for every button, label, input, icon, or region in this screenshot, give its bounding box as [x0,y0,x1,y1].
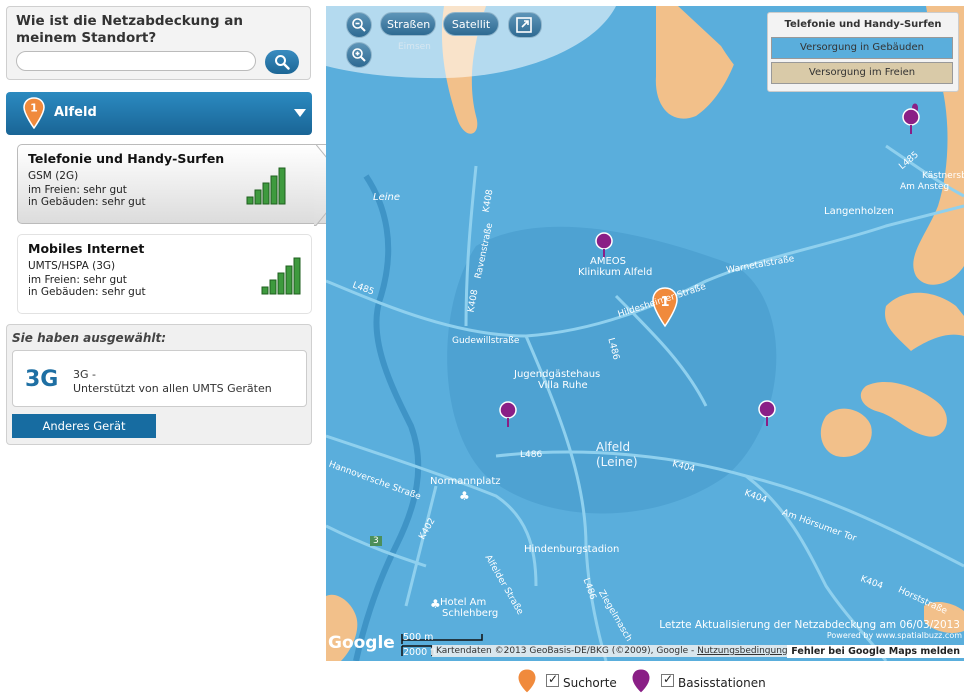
selected-heading: Sie haben ausgewählt: [12,331,167,345]
search-locations-label: Suchorte [563,676,617,690]
coverage-area [820,408,872,457]
legend-title: Telefonie und Handy-Surfen [784,19,942,30]
coverage-map[interactable]: ♣ ♣ 1 Straßen Satellit Telefonie und Han… [326,6,964,661]
map-type-satellite-button[interactable]: Satellit [443,12,499,36]
service-title: Telefonie und Handy-Surfen [28,151,225,166]
search-location-icon [517,668,537,694]
coverage-area [860,381,947,437]
service-outdoor: im Freien: sehr gut [28,184,127,196]
poi-label: Villa Ruhe [538,380,588,391]
street-label: Am Ansteg [900,182,950,192]
location-marker-icon: 1 [23,97,45,129]
google-logo: Google [328,633,395,653]
service-tech: UMTS/HSPA (3G) [28,260,116,272]
road-label: Gudewillstraße [452,336,520,346]
town-label: Alfeld [596,440,631,454]
terms-link[interactable]: Nutzungsbedingungen [697,646,799,656]
powered-by-text: Powered by www.spatialbuzz.com [826,631,962,640]
poi-label: Hindenburgstadion [524,544,620,555]
legend-outdoor: Versorgung im Freien [771,62,953,84]
scale-metric: 500 m [403,632,434,643]
service-indoor: in Gebäuden: sehr gut [28,196,146,208]
selected-device-card: 3G 3G - Unterstützt von allen UMTS Gerät… [12,350,307,407]
search-input[interactable] [16,51,256,71]
poi-label: Schlehberg [442,608,499,619]
signal-strength-icon [246,167,286,205]
river-label: Leine [373,192,400,203]
poi-label: Jugendgästehaus [514,369,601,380]
zoom-out-icon [352,18,366,32]
poi-label: AMEOS [590,256,627,267]
coverage-area [885,292,964,351]
copyright-text: Kartendaten ©2013 GeoBasis-DE/BKG (©2009… [436,646,698,656]
fullscreen-button[interactable] [508,12,542,38]
selected-line2: Unterstützt von allen UMTS Geräten [73,382,272,395]
search-title: Wie ist die Netzabdeckung an meinem Stan… [16,13,243,46]
location-name: Alfeld [54,105,97,120]
change-device-button[interactable]: Anderes Gerät [12,414,156,438]
place-label: Normannplatz [430,476,501,487]
fullscreen-icon [516,17,532,33]
service-tech: GSM (2G) [28,170,79,182]
location-marker-number: 1 [30,102,38,115]
map-type-streets-button[interactable]: Straßen [380,12,436,36]
legend-indoor: Versorgung in Gebäuden [771,37,953,59]
zoom-in-icon [352,48,366,62]
signal-strength-icon [261,257,301,295]
river [353,174,422,661]
network-badge: 3G [25,367,59,392]
place-label: Eimsen [398,42,431,52]
service-card-mobile-internet[interactable]: Mobiles Internet UMTS/HSPA (3G) im Freie… [17,234,312,314]
base-station-icon [631,668,651,694]
town-label-sub: (Leine) [596,455,638,469]
zoom-out-button[interactable] [346,12,372,38]
magnifier-icon [275,55,290,70]
road-number: 3 [370,536,382,546]
service-indoor: in Gebäuden: sehr gut [28,286,146,298]
selected-device-panel: Sie haben ausgewählt: 3G 3G - Unterstütz… [6,324,312,445]
place-label: Langenholzen [824,206,894,217]
tree-icon: ♣ [459,489,470,503]
zoom-in-button[interactable] [346,42,372,68]
service-outdoor: im Freien: sehr gut [28,274,127,286]
base-stations-label: Basisstationen [678,676,766,690]
last-update-text: Letzte Aktualisierung der Netzabdeckung … [659,619,960,631]
road-label: L486 [520,450,543,460]
chevron-down-icon[interactable] [294,109,306,117]
search-button[interactable] [265,50,299,74]
poi-label: Klinikum Alfeld [578,267,653,278]
location-selector[interactable]: 1 Alfeld [6,92,312,135]
map-copyright: Kartendaten ©2013 GeoBasis-DE/BKG (©2009… [432,645,803,657]
report-map-error-link[interactable]: Fehler bei Google Maps melden [787,645,964,658]
street-label: Kästnersb [922,171,964,181]
base-stations-checkbox[interactable]: ✓ [661,672,674,687]
search-panel: Wie ist die Netzabdeckung an meinem Stan… [6,6,311,80]
map-canvas[interactable]: ♣ ♣ 1 [326,6,964,661]
selected-line1: 3G - [73,368,96,381]
service-card-telephony[interactable]: Telefonie und Handy-Surfen GSM (2G) im F… [17,144,333,224]
search-locations-checkbox[interactable]: ✓ [546,672,559,687]
service-title: Mobiles Internet [28,241,145,256]
coverage-legend: Telefonie und Handy-Surfen Versorgung in… [767,12,959,92]
poi-label: Hotel Am [440,597,487,608]
